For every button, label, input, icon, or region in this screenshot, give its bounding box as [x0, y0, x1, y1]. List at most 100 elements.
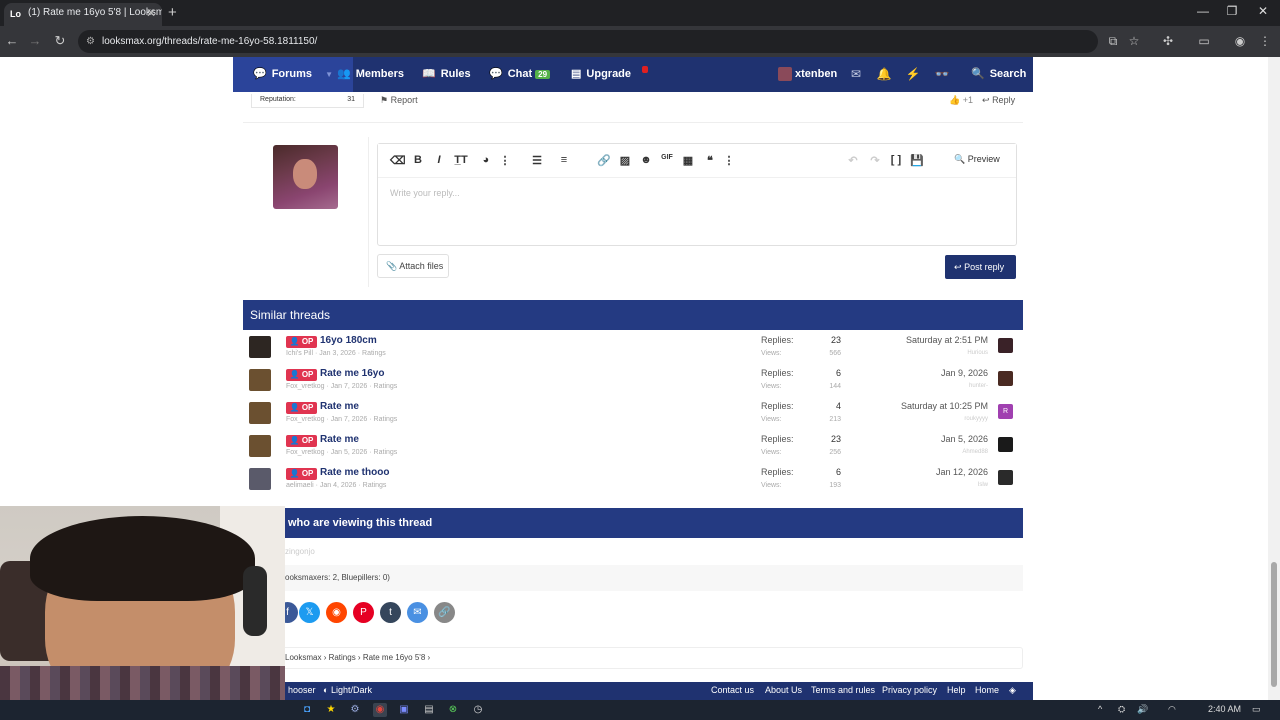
like-button[interactable]: 👍 +1: [949, 95, 973, 106]
clock[interactable]: 2:40 AM: [1208, 704, 1241, 714]
align-icon[interactable]: ≡: [558, 154, 570, 166]
last-poster-avatar[interactable]: [998, 338, 1013, 353]
attach-files-button[interactable]: 📎 Attach files: [377, 254, 449, 278]
last-poster-letter-avatar[interactable]: R: [998, 404, 1013, 419]
toggle-bbcode-icon[interactable]: [ ]: [890, 154, 902, 166]
footer-privacy[interactable]: Privacy policy: [882, 685, 937, 695]
last-post-date[interactable]: Saturday at 10:25 PM: [843, 401, 988, 411]
reload-icon[interactable]: ↻: [52, 33, 68, 49]
thread-title-link[interactable]: Rate me thooo: [320, 467, 389, 478]
last-poster-avatar[interactable]: [998, 371, 1013, 386]
email-share-icon[interactable]: ✉: [407, 602, 428, 623]
image-icon[interactable]: ▨: [619, 154, 631, 167]
scrollbar-thumb[interactable]: [1271, 562, 1277, 687]
browser-tab[interactable]: Lo (1) Rate me 16yo 5'8 | Looksma ✕: [4, 3, 162, 26]
xbox-icon[interactable]: ⊗: [446, 703, 460, 717]
pinterest-share-icon[interactable]: P: [353, 602, 374, 623]
footer-contact[interactable]: Contact us: [711, 685, 754, 695]
nav-search[interactable]: 🔍 Search: [971, 57, 1026, 92]
eraser-icon[interactable]: ⌫: [390, 154, 406, 167]
reply-link[interactable]: ↩ Reply: [982, 95, 1015, 106]
nav-rules[interactable]: 📖 Rules: [422, 57, 471, 92]
last-poster[interactable]: Islw: [843, 482, 988, 488]
menu-kebab-icon[interactable]: ⋮: [1258, 34, 1272, 48]
bold-icon[interactable]: B: [412, 154, 424, 166]
footer-about[interactable]: About Us: [765, 685, 802, 695]
discord-icon[interactable]: ▣: [397, 703, 411, 717]
save-draft-icon[interactable]: 💾: [910, 154, 924, 167]
dropdown-caret-icon[interactable]: ▼: [325, 70, 333, 79]
thread-title-link[interactable]: 16yo 180cm: [320, 335, 377, 346]
italic-icon[interactable]: I: [433, 154, 445, 166]
quote-icon[interactable]: ❝: [704, 154, 716, 167]
redo-icon[interactable]: ↷: [869, 154, 881, 167]
new-tab-icon[interactable]: +: [168, 3, 182, 23]
profile-icon[interactable]: ◉: [1233, 34, 1247, 48]
tray-chevron-icon[interactable]: ^: [1098, 704, 1102, 714]
last-post-date[interactable]: Saturday at 2:51 PM: [843, 335, 988, 345]
split-view-icon[interactable]: ▭: [1197, 34, 1211, 48]
gif-icon[interactable]: GIF: [661, 154, 673, 161]
text-size-icon[interactable]: T̲T: [452, 154, 470, 166]
star-app-icon[interactable]: ★: [324, 703, 338, 717]
close-window-icon[interactable]: ✕: [1256, 4, 1270, 18]
tumblr-share-icon[interactable]: t: [380, 602, 401, 623]
report-link[interactable]: ⚑ Report: [380, 95, 418, 106]
thread-author-avatar[interactable]: [249, 369, 271, 391]
thread-row[interactable]: 👤 OP Rate me thooo aelimaeli · Jan 4, 20…: [243, 464, 1023, 497]
footer-terms[interactable]: Terms and rules: [811, 685, 875, 695]
reddit-share-icon[interactable]: ◉: [326, 602, 347, 623]
nav-account[interactable]: xtenben: [778, 57, 837, 92]
last-poster[interactable]: Hurious: [843, 350, 988, 356]
thread-title-link[interactable]: Rate me: [320, 434, 359, 445]
address-bar[interactable]: ⚙ looksmax.org/threads/rate-me-16yo-58.1…: [78, 30, 1098, 53]
bolt-icon[interactable]: ⚡: [905, 57, 921, 92]
thread-title-link[interactable]: Rate me 16yo: [320, 368, 384, 379]
outlook-icon[interactable]: ◘: [300, 703, 314, 717]
viewer-list[interactable]: zingonjo: [285, 547, 315, 556]
forward-icon[interactable]: →: [27, 33, 43, 48]
thread-row[interactable]: 👤 OP Rate me Fox_vretkog · Jan 7, 2026 ·…: [243, 398, 1023, 431]
restore-icon[interactable]: ❐: [1225, 4, 1239, 18]
rss-icon[interactable]: ◈: [1009, 685, 1016, 696]
extensions-icon[interactable]: ✣: [1161, 34, 1175, 48]
undo-icon[interactable]: ↶: [847, 154, 859, 167]
chrome-icon[interactable]: ◉: [373, 703, 387, 717]
breadcrumb-thread[interactable]: Rate me 16yo 5'8: [363, 653, 425, 662]
clock-app-icon[interactable]: ◷: [471, 703, 485, 717]
link-icon[interactable]: 🔗: [597, 154, 611, 167]
thread-title-link[interactable]: Rate me: [320, 401, 359, 412]
breadcrumb-looksmax[interactable]: Looksmax: [285, 653, 321, 662]
nav-chat[interactable]: 💬 Chat 29: [489, 57, 551, 92]
last-poster-avatar[interactable]: [998, 470, 1013, 485]
thread-author-avatar[interactable]: [249, 435, 271, 457]
reply-editor[interactable]: ⌫ B I T̲T ◕ ⋮ ☰ ≡ 🔗 ▨ ☻ GIF ▦ ❝ ⋮ ↶ ↷ [ …: [377, 143, 1017, 246]
site-info-icon[interactable]: ⚙: [86, 30, 95, 53]
minimize-icon[interactable]: —: [1196, 4, 1210, 18]
thread-row[interactable]: 👤 OP Rate me Fox_vretkog · Jan 5, 2026 ·…: [243, 431, 1023, 464]
last-post-date[interactable]: Jan 5, 2026: [843, 434, 988, 444]
nav-upgrade[interactable]: ▤ Upgrade: [571, 57, 631, 92]
breadcrumb-ratings[interactable]: Ratings: [329, 653, 356, 662]
last-poster[interactable]: roukyyyy: [843, 416, 988, 422]
glasses-icon[interactable]: 👓: [934, 57, 950, 92]
style-chooser-link[interactable]: hooser: [288, 685, 316, 695]
thread-row[interactable]: 👤 OP 16yo 180cm Ichi's Pill · Jan 3, 202…: [243, 332, 1023, 365]
steam-icon[interactable]: ⚙: [348, 703, 362, 717]
notifications-icon[interactable]: ▭: [1252, 704, 1261, 715]
calculator-icon[interactable]: ▤: [422, 703, 436, 717]
link-share-icon[interactable]: 🔗: [434, 602, 455, 623]
more-formatting-icon[interactable]: ⋮: [499, 154, 511, 167]
cast-icon[interactable]: ⧉: [1106, 34, 1120, 49]
alerts-bell-icon[interactable]: 🔔: [876, 57, 892, 92]
emoji-icon[interactable]: ☻: [640, 154, 652, 166]
thread-author-avatar[interactable]: [249, 402, 271, 424]
media-icon[interactable]: ▦: [682, 154, 694, 167]
nav-members[interactable]: 👥 Members: [337, 57, 404, 92]
last-poster[interactable]: hunter-: [843, 383, 988, 389]
post-reply-button[interactable]: ↩ Post reply: [945, 255, 1016, 279]
palette-icon[interactable]: ◕: [480, 154, 492, 166]
list-icon[interactable]: ☰: [531, 154, 543, 167]
last-poster-avatar[interactable]: [998, 437, 1013, 452]
close-tab-icon[interactable]: ✕: [146, 3, 156, 23]
